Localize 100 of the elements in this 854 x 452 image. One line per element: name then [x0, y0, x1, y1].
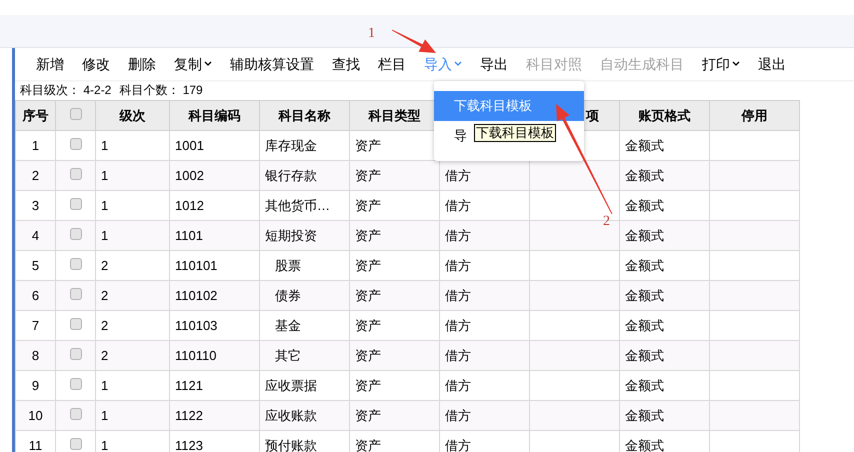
table-cell: 10 — [28, 408, 43, 423]
table-cell: 资产 — [355, 438, 381, 452]
checkbox[interactable] — [70, 138, 82, 150]
table-cell: 库存现金 — [265, 138, 317, 153]
table-cell: 7 — [32, 318, 40, 333]
checkbox[interactable] — [70, 438, 82, 450]
checkbox[interactable] — [70, 348, 82, 360]
toolbar-button[interactable]: 修改 — [73, 50, 119, 78]
table-cell-text: 债券 — [274, 288, 301, 303]
table-cell: 借方 — [445, 438, 471, 452]
table-cell: 借方 — [445, 198, 471, 213]
table-cell: 借方 — [445, 318, 471, 333]
table-cell: 借方 — [445, 168, 471, 183]
toolbar-button[interactable]: 退出 — [749, 50, 795, 78]
table-cell: 110102 — [175, 288, 218, 303]
checkbox[interactable] — [70, 198, 82, 210]
table-cell: 银行存款 — [265, 168, 317, 183]
table-cell: 资产 — [355, 408, 381, 423]
column-header: 项 — [586, 108, 599, 123]
toolbar-button[interactable]: 查找 — [323, 50, 369, 78]
table-cell: 2 — [101, 258, 108, 273]
table-cell: 预付账款 — [265, 438, 317, 452]
column-header: 科目名称 — [278, 108, 330, 123]
table-cell: 1001 — [175, 138, 204, 153]
table-cell: 借方 — [445, 228, 471, 243]
table-cell: 金额式 — [625, 288, 664, 303]
table-cell: 应收票据 — [265, 378, 317, 393]
checkbox[interactable] — [70, 408, 82, 420]
table-cell: 11 — [28, 438, 42, 452]
table-cell: 资产 — [355, 228, 381, 243]
toolbar-button[interactable]: 辅助核算设置 — [221, 50, 323, 78]
table-cell: 4 — [32, 228, 40, 243]
table-cell: 5 — [32, 258, 40, 273]
table-cell: 1 — [101, 198, 108, 213]
table-cell: 1122 — [175, 408, 203, 423]
table-cell-text: 其它 — [274, 348, 301, 363]
table-cell: 其他货币… — [265, 198, 330, 213]
table-cell: 2 — [32, 168, 40, 183]
table-cell: 1 — [101, 138, 108, 153]
table-cell: 2 — [101, 288, 108, 303]
table-cell: 资产 — [355, 168, 381, 183]
toolbar-button[interactable]: 导出 — [471, 50, 517, 78]
column-header: 科目类型 — [368, 108, 420, 123]
toolbar-button[interactable]: 删除 — [119, 50, 165, 78]
table-cell: 3 — [32, 198, 40, 213]
column-header: 账页格式 — [638, 108, 690, 123]
table-cell: 借方 — [445, 408, 471, 423]
table-cell: 1123 — [175, 438, 203, 452]
table-cell: 资产 — [355, 198, 381, 213]
table-cell: 金额式 — [625, 438, 664, 452]
toolbar-button[interactable]: 打印 — [693, 50, 749, 78]
table-cell: 金额式 — [625, 348, 664, 363]
table-cell: 金额式 — [625, 258, 664, 273]
checkbox[interactable] — [70, 108, 82, 120]
table-cell: 1012 — [175, 198, 204, 213]
column-header: 序号 — [22, 108, 48, 123]
table-cell: 金额式 — [625, 378, 664, 393]
table-cell: 金额式 — [625, 138, 664, 153]
table-cell: 借方 — [445, 258, 471, 273]
table-cell: 9 — [32, 378, 40, 393]
info-text: 科目级次： 4-2-2 — [20, 82, 112, 99]
table-cell: 1101 — [175, 228, 203, 243]
table-cell: 资产 — [355, 348, 381, 363]
table-cell: 1 — [101, 168, 108, 183]
table-cell: 金额式 — [625, 408, 664, 423]
table-cell: 8 — [32, 348, 40, 363]
checkbox[interactable] — [70, 378, 82, 390]
checkbox[interactable] — [70, 228, 82, 240]
chevron-down-icon — [454, 61, 462, 67]
table-cell: 资产 — [355, 378, 381, 393]
table-cell: 1002 — [175, 168, 204, 183]
table-cell: 金额式 — [625, 168, 664, 183]
table-cell: 1 — [101, 438, 108, 452]
menu-item[interactable]: 导 — [454, 121, 467, 151]
toolbar-button[interactable]: 复制 — [165, 50, 221, 78]
table-cell: 金额式 — [625, 228, 664, 243]
column-header: 停用 — [742, 108, 768, 123]
checkbox[interactable] — [70, 288, 82, 300]
annotation-number: 2 — [603, 214, 610, 230]
toolbar-button[interactable]: 新增 — [27, 50, 73, 78]
column-header: 级次 — [120, 108, 146, 123]
checkbox[interactable] — [70, 168, 82, 180]
table-cell-text: 基金 — [274, 318, 301, 333]
table-cell: 借方 — [445, 288, 471, 303]
annotation-number: 1 — [368, 26, 375, 42]
table-cell: 资产 — [355, 138, 381, 153]
checkbox[interactable] — [70, 318, 82, 330]
table-cell: 110103 — [175, 318, 218, 333]
tooltip: 下载科目模板 — [474, 124, 556, 142]
checkbox[interactable] — [70, 258, 82, 270]
table-cell: 1 — [101, 378, 108, 393]
table-cell: 资产 — [355, 288, 381, 303]
table-cell: 借方 — [445, 348, 471, 363]
table-cell: 资产 — [355, 258, 381, 273]
table-cell: 2 — [101, 348, 108, 363]
chevron-down-icon — [732, 61, 740, 67]
toolbar-button[interactable]: 栏目 — [369, 50, 415, 78]
table-cell: 2 — [101, 318, 108, 333]
table-cell: 应收账款 — [265, 408, 317, 423]
table-cell: 1 — [101, 228, 108, 243]
